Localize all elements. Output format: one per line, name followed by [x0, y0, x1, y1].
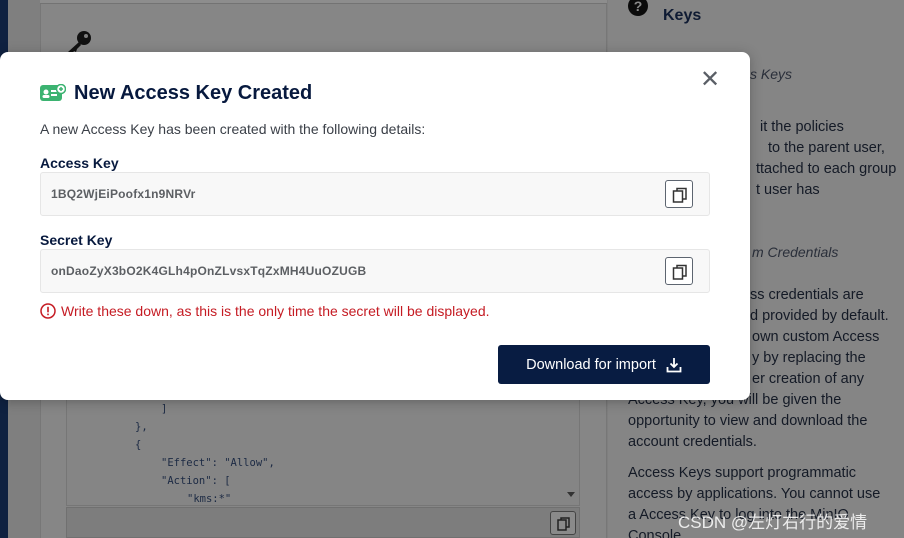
watermark: CSDN @左灯右行的爱情	[678, 513, 868, 532]
help-panel-title: Keys	[663, 7, 702, 24]
code-line: ]	[161, 403, 168, 415]
code-editor-footer	[66, 507, 580, 538]
access-key-field: 1BQ2WjEiPoofx1n9NRVr	[40, 172, 710, 216]
close-icon[interactable]: ✕	[700, 68, 720, 92]
help-text-line: own custom Access	[752, 329, 880, 345]
access-key-card-icon	[40, 84, 66, 101]
copy-icon	[672, 187, 687, 203]
warning-text: Write these down, as this is the only ti…	[61, 303, 490, 319]
access-key-modal: New Access Key Created ✕ A new Access Ke…	[0, 52, 750, 400]
key-icon	[68, 31, 91, 54]
copy-policy-button[interactable]	[550, 511, 576, 535]
scroll-down-arrow-icon[interactable]	[567, 492, 575, 497]
modal-description: A new Access Key has been created with t…	[40, 121, 426, 137]
modal-title: New Access Key Created	[74, 82, 313, 104]
access-key-value: 1BQ2WjEiPoofx1n9NRVr	[51, 187, 196, 201]
access-key-label: Access Key	[40, 155, 119, 171]
help-text-line: it the policies	[760, 119, 844, 135]
code-line: "Action": [	[161, 475, 231, 487]
copy-icon	[557, 517, 570, 531]
secret-key-field: onDaoZyX3bO2K4GLh4pOnZLvsxTqZxMH4UuOZUGB	[40, 249, 710, 293]
copy-secret-key-button[interactable]	[665, 257, 693, 285]
help-text-line: d provided by default.	[750, 308, 889, 324]
help-text-line: y by replacing the	[752, 350, 866, 366]
background-top-bar	[40, 0, 607, 4]
download-for-import-button[interactable]: Download for import	[498, 345, 710, 384]
code-line: },	[135, 421, 148, 433]
help-text-line: ss credentials are	[750, 287, 864, 303]
download-icon	[666, 357, 682, 372]
help-subheading: m Credentials	[752, 244, 839, 260]
policy-code-editor[interactable]: ] }, { "Effect": "Allow", "Action": [ "k…	[66, 398, 580, 506]
code-line: "kms:*"	[187, 493, 232, 505]
secret-key-value: onDaoZyX3bO2K4GLh4pOnZLvsxTqZxMH4UuOZUGB	[51, 264, 367, 278]
download-button-label: Download for import	[526, 356, 656, 373]
help-text-line: er creation of any	[752, 371, 865, 387]
help-text-line: ttached to each group	[756, 161, 897, 177]
secret-warning: Write these down, as this is the only ti…	[40, 302, 490, 320]
help-text-line: account credentials.	[628, 434, 757, 450]
help-text-line: Access Keys support programmatic	[628, 465, 857, 481]
help-text-line: Console.	[628, 528, 686, 538]
help-text-line: t user has	[756, 182, 820, 198]
code-line: "Effect": "Allow",	[161, 457, 275, 469]
help-text-line: opportunity to view and download the	[628, 413, 868, 429]
help-text-line: to the parent user,	[768, 140, 885, 156]
code-line: {	[135, 439, 142, 451]
help-subheading: s Keys	[750, 66, 793, 82]
secret-key-label: Secret Key	[40, 232, 113, 248]
error-circle-icon	[40, 303, 56, 319]
copy-access-key-button[interactable]	[665, 180, 693, 208]
help-text-line: access by applications. You cannot use	[628, 486, 881, 502]
copy-icon	[672, 264, 687, 280]
